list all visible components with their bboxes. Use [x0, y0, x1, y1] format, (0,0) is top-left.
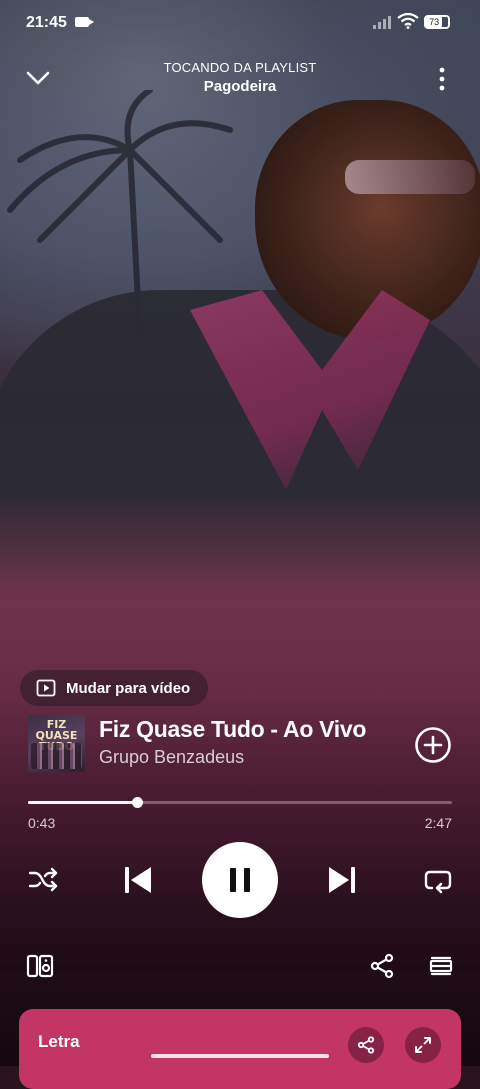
battery-level: 73	[426, 17, 443, 27]
play-video-icon	[36, 679, 56, 697]
progress-bar[interactable]	[28, 797, 452, 808]
lyrics-share-button[interactable]	[348, 1027, 384, 1063]
playing-from-label: TOCANDO DA PLAYLIST	[163, 60, 317, 75]
switch-to-video-label: Mudar para vídeo	[66, 679, 191, 697]
add-circle-icon[interactable]	[414, 726, 452, 764]
repeat-icon[interactable]	[422, 864, 454, 896]
home-indicator	[151, 1054, 329, 1058]
elapsed-time: 0:43	[28, 815, 56, 831]
previous-icon[interactable]	[120, 862, 156, 898]
status-bar: 21:45 73	[0, 0, 480, 44]
pause-icon	[230, 868, 236, 892]
share-icon[interactable]	[369, 953, 395, 979]
battery-icon: 73	[424, 15, 450, 29]
signal-icon	[373, 16, 391, 29]
wifi-icon	[397, 13, 419, 29]
lyrics-expand-button[interactable]	[405, 1027, 441, 1063]
lyrics-label: Letra	[38, 1032, 80, 1051]
total-duration: 2:47	[424, 815, 452, 831]
share-icon	[357, 1036, 375, 1054]
status-time: 21:45	[26, 14, 67, 31]
shuffle-icon[interactable]	[27, 864, 59, 896]
lyrics-card[interactable]: Letra	[19, 1009, 461, 1089]
song-title[interactable]: Fiz Quase Tudo - Ao Vivo	[99, 716, 366, 743]
pause-button[interactable]	[202, 842, 278, 918]
queue-icon[interactable]	[428, 953, 454, 979]
progress-fill	[28, 801, 138, 804]
devices-icon[interactable]	[26, 952, 54, 980]
next-icon[interactable]	[324, 862, 360, 898]
player-header: TOCANDO DA PLAYLIST Pagodeira	[0, 56, 480, 106]
album-cover[interactable]: FIZ QUASE TUDO	[28, 715, 85, 772]
artist-name[interactable]: Grupo Benzadeus	[99, 747, 244, 768]
playlist-name[interactable]: Pagodeira	[0, 78, 480, 95]
switch-to-video-button[interactable]: Mudar para vídeo	[20, 670, 209, 706]
camera-recording-icon	[75, 17, 94, 27]
more-vertical-icon[interactable]	[430, 64, 454, 94]
expand-icon	[415, 1037, 431, 1053]
